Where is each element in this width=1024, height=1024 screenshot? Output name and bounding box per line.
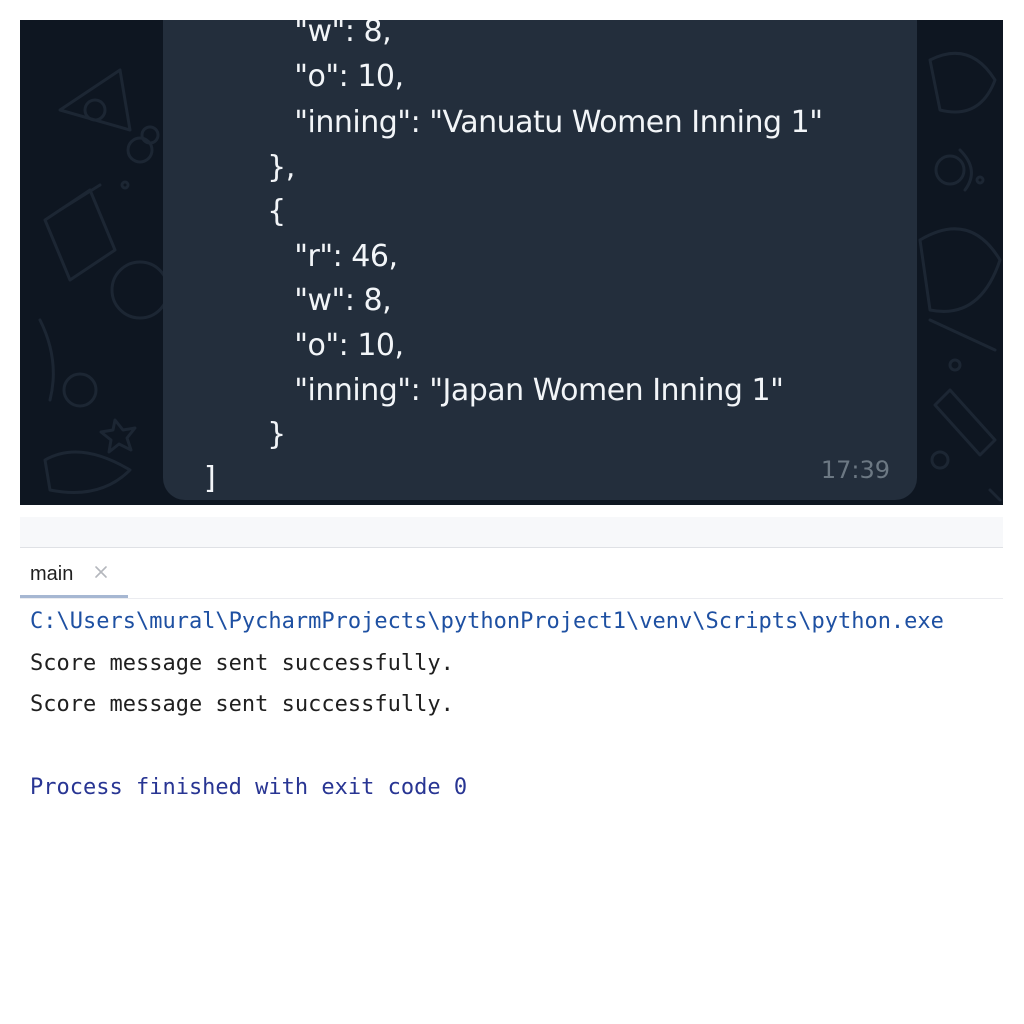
message-line: }: [240, 417, 286, 452]
message-line: ]: [204, 461, 216, 496]
message-timestamp: 17:39: [820, 456, 890, 484]
screenshot-page: "w": 8, "o": 10, "inning": "Vanuatu Wome…: [0, 0, 1024, 1024]
message-line: "o": 10,: [240, 328, 404, 363]
message-line: "inning": "Vanuatu Women Inning 1": [240, 105, 823, 140]
message-line: "w": 8,: [240, 283, 392, 318]
run-tool-window: main C:\Users\mural\PycharmProjects\pyth…: [20, 517, 1003, 1024]
message-line: "w": 8,: [240, 20, 392, 49]
tab-main[interactable]: main: [20, 548, 128, 598]
message-line: "r": 46,: [240, 239, 398, 274]
active-tab-indicator: [20, 595, 128, 598]
message-line: "inning": "Japan Women Inning 1": [240, 373, 784, 408]
message-line: {: [240, 194, 286, 229]
console-output-line: Score message sent successfully.: [30, 651, 454, 676]
message-bubble[interactable]: "w": 8, "o": 10, "inning": "Vanuatu Wome…: [163, 20, 917, 500]
console-output-line: Score message sent successfully.: [30, 692, 454, 717]
message-line: },: [240, 150, 295, 185]
close-icon[interactable]: [92, 561, 110, 583]
chat-panel: "w": 8, "o": 10, "inning": "Vanuatu Wome…: [20, 20, 1003, 505]
message-line: "o": 10,: [240, 59, 404, 94]
run-tab-bar: main: [20, 548, 1003, 599]
run-toolbar: [20, 517, 1003, 548]
console-output[interactable]: C:\Users\mural\PycharmProjects\pythonPro…: [20, 599, 1003, 1019]
console-command-line: C:\Users\mural\PycharmProjects\pythonPro…: [30, 609, 944, 634]
console-exit-line: Process finished with exit code 0: [30, 775, 468, 800]
tab-main-label: main: [30, 563, 74, 585]
